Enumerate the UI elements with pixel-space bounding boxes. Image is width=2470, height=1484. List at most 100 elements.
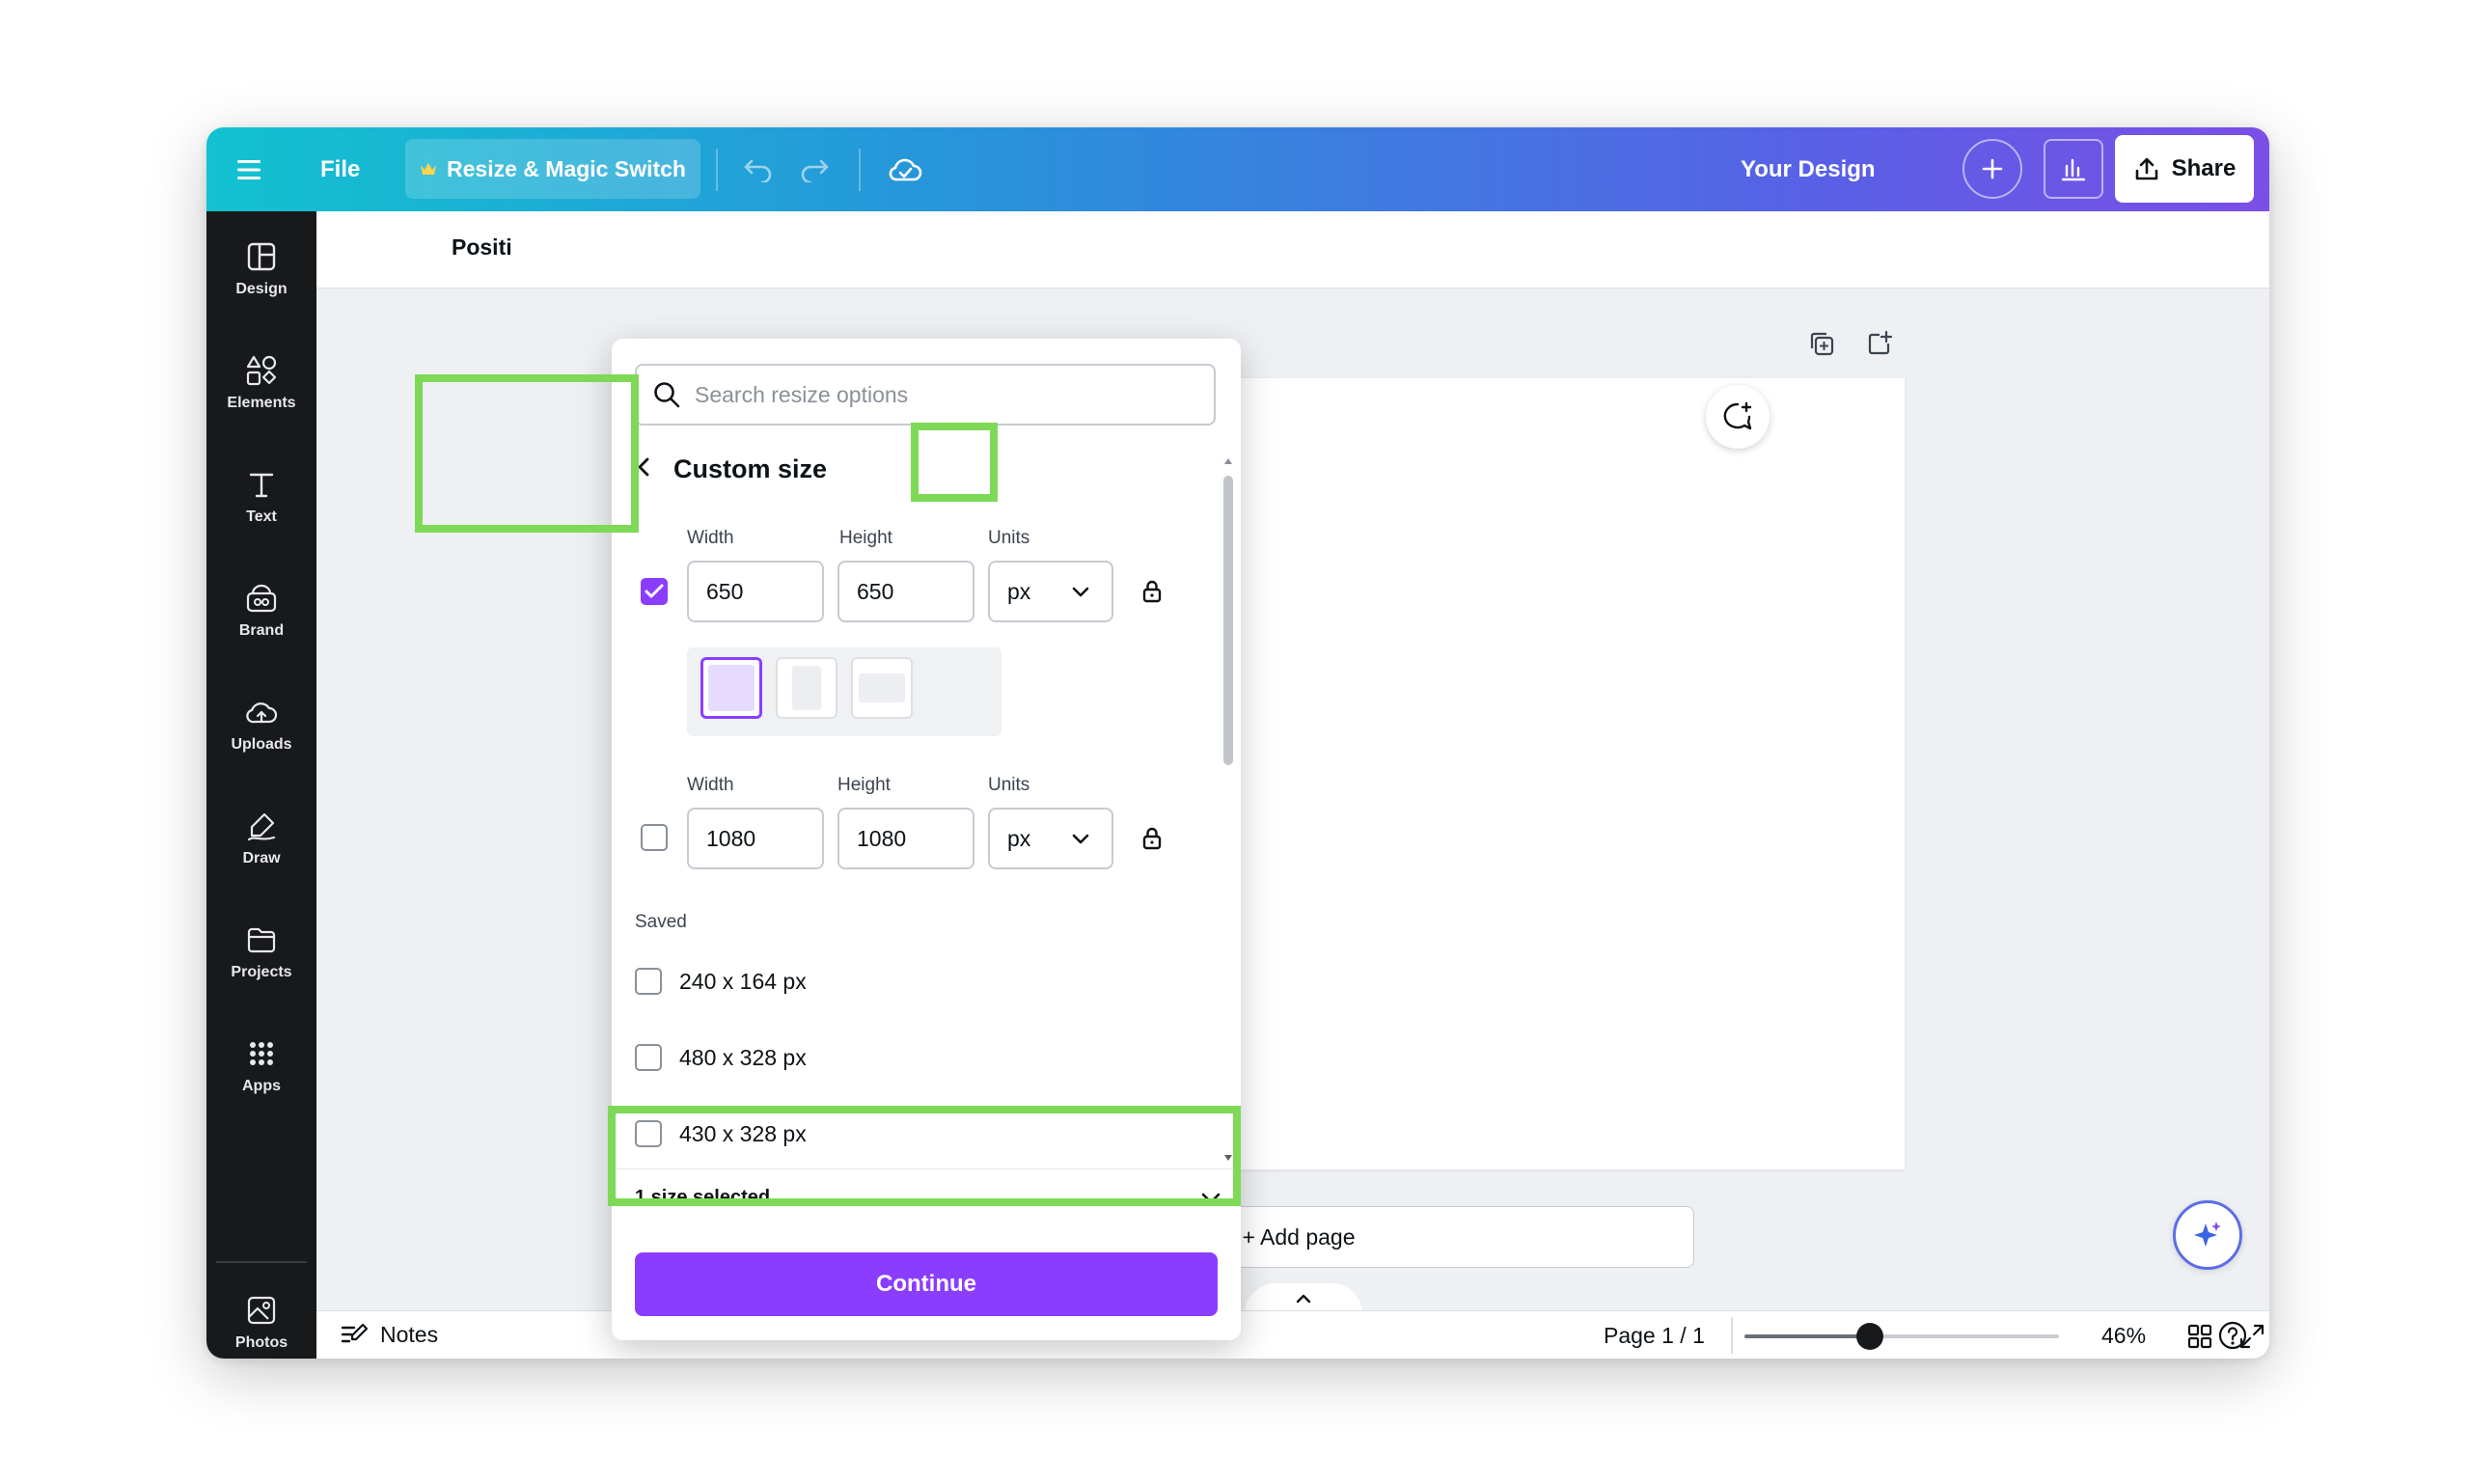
- sidebar-item-photos[interactable]: Photos: [206, 1275, 316, 1359]
- panel-scrollbar[interactable]: [1221, 454, 1235, 1165]
- search-resize-options[interactable]: [635, 364, 1216, 426]
- orientation-landscape[interactable]: [851, 657, 913, 719]
- orientation-portrait[interactable]: [776, 657, 837, 719]
- menu-icon[interactable]: [226, 147, 272, 193]
- help-icon[interactable]: [2215, 1318, 2250, 1353]
- size-checkbox-1[interactable]: [641, 578, 668, 605]
- units-select-1[interactable]: px: [988, 561, 1113, 622]
- orientation-options: [687, 647, 1002, 736]
- height-input-1[interactable]: 650: [837, 561, 974, 622]
- zoom-slider-handle[interactable]: [1856, 1323, 1884, 1350]
- grid-view-icon[interactable]: [2182, 1319, 2217, 1354]
- height-input-2[interactable]: 1080: [837, 808, 974, 869]
- image-icon: [247, 1296, 276, 1325]
- share-button[interactable]: Share: [2115, 135, 2254, 203]
- lock-aspect-icon[interactable]: [1133, 819, 1171, 858]
- sidebar-item-label: Text: [246, 508, 277, 525]
- selected-sizes-toggle[interactable]: 1 size selected: [635, 1187, 1221, 1209]
- saved-size-label: 240 x 164 px: [679, 968, 807, 994]
- duplicate-page-icon[interactable]: [1808, 330, 1835, 362]
- sidebar-item-brand[interactable]: Brand: [206, 563, 316, 659]
- add-collaborator-button[interactable]: [1962, 139, 2022, 199]
- comment-add-icon: [1723, 401, 1752, 430]
- file-menu-button[interactable]: File: [320, 149, 360, 191]
- design-title[interactable]: Your Design: [1741, 149, 1876, 191]
- sidebar-item-label: Draw: [242, 850, 281, 866]
- bottom-bar: Notes Page 1 / 1 46%: [316, 1310, 2269, 1359]
- text-icon: [249, 473, 274, 498]
- saved-size-item[interactable]: 240 x 164 px: [635, 968, 807, 995]
- context-toolbar: Positi: [316, 211, 2269, 289]
- sidebar-item-draw[interactable]: Draw: [206, 790, 316, 887]
- position-button[interactable]: Positi: [452, 234, 512, 261]
- sidebar-item-elements[interactable]: Elements: [206, 335, 316, 431]
- panel-title: Custom size: [673, 454, 828, 483]
- sidebar-item-apps[interactable]: Apps: [206, 1018, 316, 1114]
- notes-button[interactable]: Notes: [340, 1321, 438, 1348]
- chevron-down-icon: [1072, 834, 1089, 844]
- saved-size-checkbox[interactable]: [635, 1120, 662, 1147]
- search-icon: [654, 382, 680, 408]
- undo-icon[interactable]: [735, 147, 782, 193]
- app-window: File Resize & Magic Switch Your Design S…: [206, 127, 2269, 1359]
- sidebar-item-label: Photos: [234, 1334, 288, 1351]
- saved-size-item[interactable]: 430 x 328 px: [635, 1120, 807, 1147]
- brand-icon: [246, 584, 277, 613]
- width-label: Width: [687, 775, 734, 795]
- saved-size-label: 480 x 328 px: [679, 1044, 807, 1070]
- sidebar-item-label: Apps: [242, 1078, 281, 1094]
- insights-button[interactable]: [2044, 139, 2103, 199]
- sidebar-item-text[interactable]: Text: [206, 449, 316, 545]
- resize-magic-switch-button[interactable]: Resize & Magic Switch: [405, 139, 700, 199]
- page-indicator[interactable]: Page 1 / 1: [1604, 1323, 1705, 1349]
- panel-footer: 1 size selected Continue: [612, 1168, 1241, 1340]
- layout-icon: [247, 242, 276, 271]
- redo-icon[interactable]: [791, 147, 837, 193]
- zoom-level[interactable]: 46%: [2101, 1323, 2146, 1349]
- saved-size-item[interactable]: 480 x 328 px: [635, 1044, 807, 1071]
- chevron-up-icon: [1296, 1294, 1311, 1304]
- height-label: Height: [837, 775, 891, 795]
- width-input-1[interactable]: 650: [687, 561, 824, 622]
- sidebar-item-label: Projects: [231, 964, 292, 980]
- saved-section-label: Saved: [635, 912, 687, 932]
- scroll-up-icon[interactable]: [1221, 454, 1235, 468]
- top-toolbar: File Resize & Magic Switch Your Design S…: [206, 127, 2269, 211]
- sidebar-divider: [216, 1261, 307, 1263]
- orientation-square[interactable]: [700, 657, 762, 719]
- sidebar-item-label: Uploads: [231, 736, 292, 753]
- units-label: Units: [988, 528, 1030, 548]
- custom-size-header: Custom size: [635, 454, 827, 484]
- back-chevron-icon[interactable]: [635, 455, 652, 483]
- size-checkbox-2[interactable]: [641, 824, 668, 851]
- continue-button[interactable]: Continue: [635, 1252, 1218, 1316]
- zoom-slider[interactable]: [1744, 1323, 2059, 1350]
- add-comment-button[interactable]: [1706, 385, 1770, 449]
- sidebar-item-design[interactable]: Design: [206, 221, 316, 317]
- toolbar-divider: [859, 149, 861, 191]
- add-page-icon[interactable]: [1866, 330, 1893, 362]
- scroll-down-icon[interactable]: [1221, 1151, 1235, 1165]
- width-input-2[interactable]: 1080: [687, 808, 824, 869]
- lock-aspect-icon[interactable]: [1133, 572, 1171, 611]
- pen-icon: [247, 812, 276, 841]
- sidebar-item-uploads[interactable]: Uploads: [206, 676, 316, 773]
- units-label: Units: [988, 775, 1030, 795]
- saved-size-checkbox[interactable]: [635, 968, 662, 995]
- saved-size-checkbox[interactable]: [635, 1044, 662, 1071]
- chevron-down-icon: [1201, 1193, 1221, 1203]
- left-sidebar: Design Elements Text Brand Uploads Draw …: [206, 211, 316, 1359]
- scrollbar-thumb[interactable]: [1223, 476, 1233, 765]
- shapes-icon: [246, 355, 277, 386]
- sidebar-item-projects[interactable]: Projects: [206, 904, 316, 1001]
- cloud-saved-icon[interactable]: [882, 147, 928, 193]
- notes-label: Notes: [380, 1321, 439, 1347]
- notes-icon: [341, 1323, 369, 1343]
- magic-assistant-button[interactable]: [2173, 1200, 2242, 1270]
- cloud-upload-icon: [246, 702, 278, 724]
- units-select-2[interactable]: px: [988, 808, 1113, 869]
- share-label: Share: [2171, 155, 2237, 181]
- search-input[interactable]: [695, 381, 1196, 408]
- sidebar-item-label: Brand: [238, 622, 285, 639]
- resize-magic-switch-label: Resize & Magic Switch: [447, 155, 686, 181]
